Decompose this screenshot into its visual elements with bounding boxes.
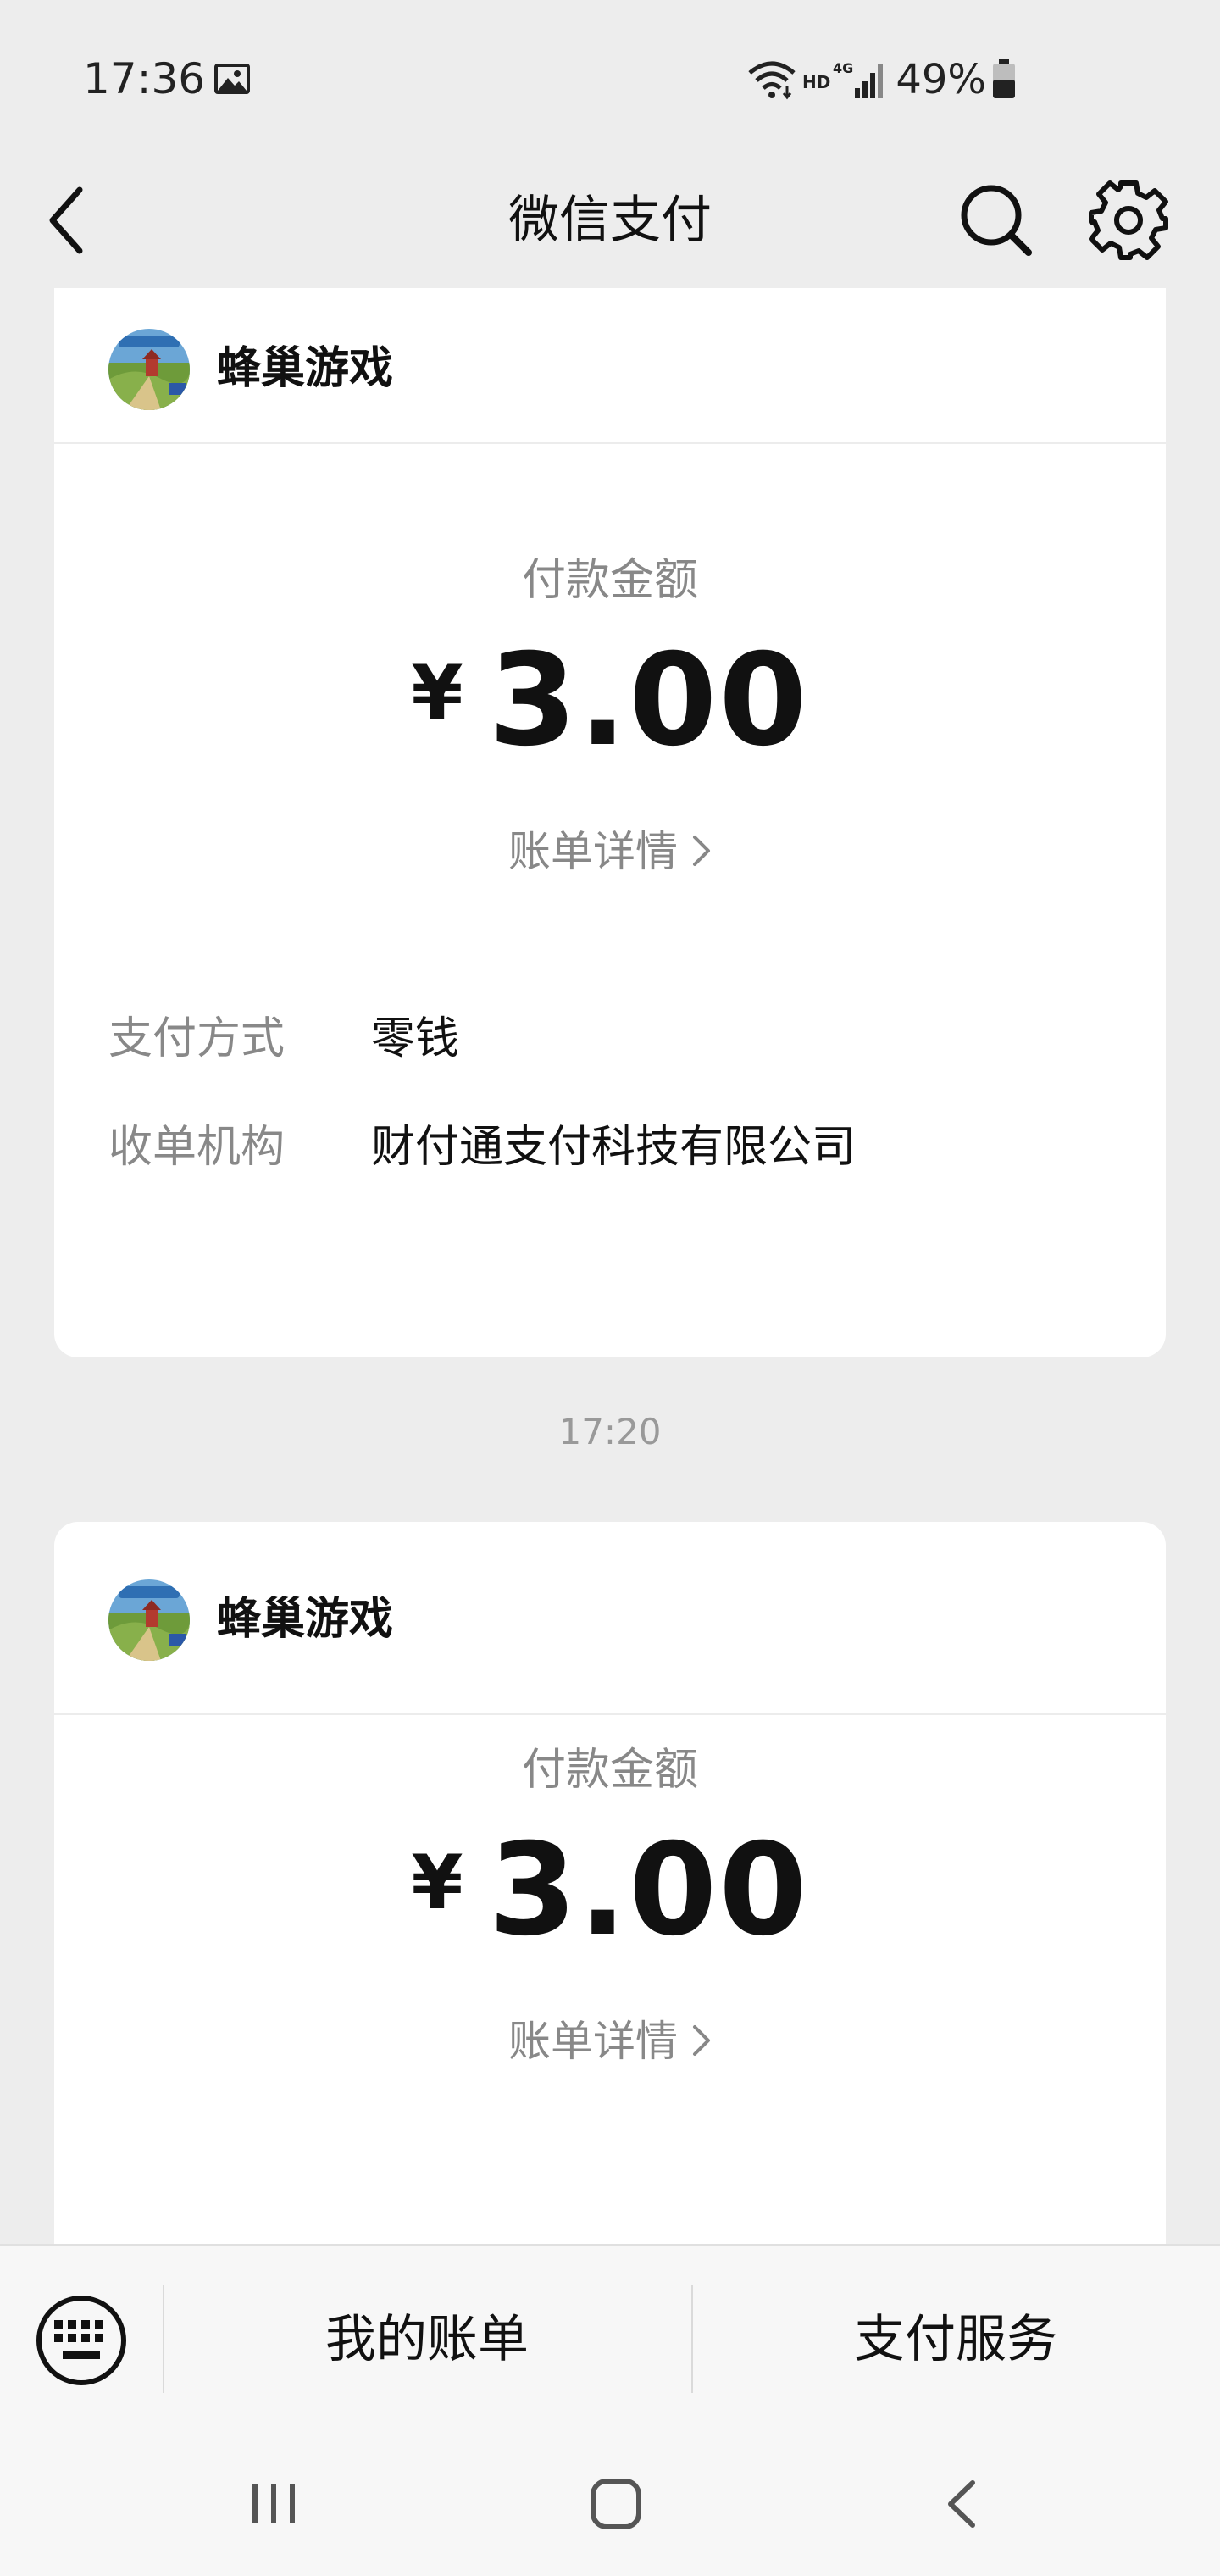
merchant-avatar <box>108 1579 190 1661</box>
acquirer-row: 收单机构 财付通支付科技有限公司 <box>108 1113 1125 1181</box>
wifi-icon <box>748 61 796 100</box>
status-time: 17:36 <box>83 54 206 103</box>
payment-method-label: 支付方式 <box>108 1013 286 1064</box>
payment-amount: ¥3.00 <box>54 1815 1166 1997</box>
payment-card[interactable]: 蜂巢游戏 付款金额 ¥3.00 账单详情 <box>54 1522 1166 2244</box>
chevron-right-icon <box>693 836 710 866</box>
amount-number: 3.00 <box>488 627 809 774</box>
acquirer-value: 财付通支付科技有限公司 <box>371 1122 857 1173</box>
currency-symbol: ¥ <box>411 1839 463 1926</box>
card-header: 蜂巢游戏 <box>54 288 1166 444</box>
svg-text:4G: 4G <box>833 60 853 76</box>
payment-method-row: 支付方式 零钱 <box>108 1005 1125 1073</box>
payment-amount: ¥3.00 <box>54 625 1166 808</box>
status-bar: 17:36 HD 4G 49% <box>0 0 1220 153</box>
svg-text:HD: HD <box>802 72 830 92</box>
search-icon[interactable] <box>954 178 1039 263</box>
bill-detail-label: 账单详情 <box>508 827 678 876</box>
amount-number: 3.00 <box>488 1817 809 1964</box>
system-nav-bar <box>0 2432 1220 2576</box>
divider <box>54 442 1166 444</box>
battery-percent: 49% <box>896 56 986 103</box>
merchant-name: 蜂巢游戏 <box>217 343 394 394</box>
divider <box>54 1713 1166 1715</box>
keyboard-icon[interactable] <box>34 2293 129 2388</box>
amount-label: 付款金额 <box>521 555 698 606</box>
menu-payment-services[interactable]: 支付服务 <box>693 2246 1218 2434</box>
acquirer-label: 收单机构 <box>108 1122 286 1173</box>
payment-card[interactable]: 蜂巢游戏 付款金额 ¥3.00 账单详情 支付方式 零钱 收单机构 财付通支付科… <box>54 288 1166 1357</box>
payment-method-value: 零钱 <box>371 1013 460 1064</box>
bill-detail-link[interactable]: 账单详情 <box>54 822 1166 881</box>
bill-detail-label: 账单详情 <box>508 2017 678 2066</box>
settings-gear-icon[interactable] <box>1084 176 1173 264</box>
gallery-icon <box>214 64 250 94</box>
status-icons: HD 4G 49% <box>746 54 1017 105</box>
home-icon[interactable] <box>588 2476 644 2532</box>
hd-4g-signal-icon: HD 4G <box>802 60 884 98</box>
merchant-avatar <box>108 329 190 410</box>
currency-symbol: ¥ <box>411 649 463 736</box>
battery-icon <box>993 59 1015 98</box>
amount-label: 付款金额 <box>521 1745 698 1796</box>
menu-my-bills[interactable]: 我的账单 <box>164 2246 690 2434</box>
payment-message-list[interactable]: 蜂巢游戏 付款金额 ¥3.00 账单详情 支付方式 零钱 收单机构 财付通支付科… <box>0 288 1220 2244</box>
bottom-menu: 我的账单 支付服务 <box>0 2244 1220 2434</box>
chevron-right-icon <box>693 2025 710 2056</box>
nav-bar: 微信支付 <box>0 153 1220 288</box>
card-header: 蜂巢游戏 <box>54 1522 1166 1715</box>
bill-detail-link[interactable]: 账单详情 <box>54 2012 1166 2071</box>
message-timestamp: 17:20 <box>558 1411 662 1452</box>
back-icon[interactable] <box>940 2476 983 2532</box>
merchant-name: 蜂巢游戏 <box>217 1594 394 1645</box>
recents-icon[interactable] <box>246 2476 302 2532</box>
